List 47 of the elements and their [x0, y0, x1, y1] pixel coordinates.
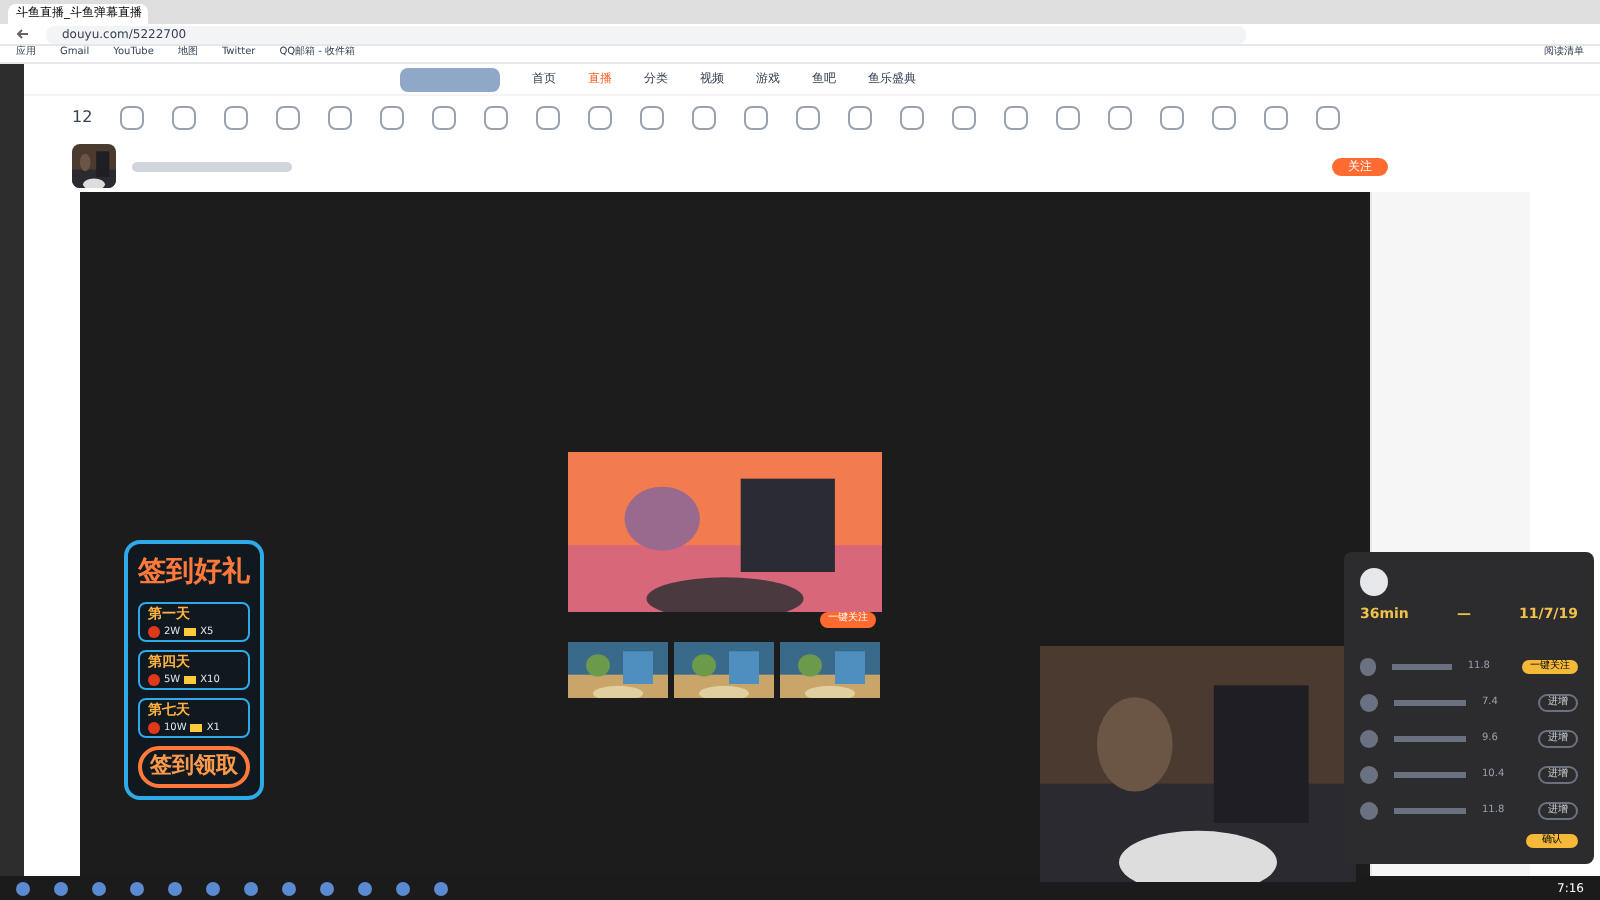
app-icon[interactable]: [244, 881, 258, 895]
avatar: [1360, 568, 1388, 596]
app-icon[interactable]: [282, 881, 296, 895]
app-icon[interactable]: [16, 881, 30, 895]
category-icon[interactable]: [1316, 106, 1341, 130]
category-icon[interactable]: [588, 106, 613, 130]
sign-in-title: 签到好礼: [138, 554, 250, 592]
category-icon[interactable]: [952, 106, 977, 130]
category-count: 12: [72, 106, 93, 130]
back-icon[interactable]: [16, 28, 30, 40]
category-icon[interactable]: [120, 106, 145, 130]
app-icon[interactable]: [396, 881, 410, 895]
sign-in-button[interactable]: 签到领取: [138, 746, 250, 787]
category-icon[interactable]: [276, 106, 301, 130]
category-icon[interactable]: [432, 106, 457, 130]
app-icon[interactable]: [358, 881, 372, 895]
coin-icon: [148, 722, 160, 735]
coin-icon: [148, 674, 160, 687]
category-icon[interactable]: [640, 106, 665, 130]
app-icon[interactable]: [168, 881, 182, 895]
category-icon[interactable]: [328, 106, 353, 130]
category-icon[interactable]: [848, 106, 873, 130]
category-icon[interactable]: [1160, 106, 1185, 130]
category-icon[interactable]: [380, 106, 405, 130]
category-icon[interactable]: [1004, 106, 1029, 130]
app-icon[interactable]: [206, 881, 220, 895]
category-icon[interactable]: [796, 106, 821, 130]
category-icon[interactable]: [1264, 106, 1289, 130]
category-icon[interactable]: [484, 106, 509, 130]
app-icon[interactable]: [54, 881, 68, 895]
app-icon[interactable]: [130, 881, 144, 895]
category-icon[interactable]: [1108, 106, 1133, 130]
category-icon[interactable]: [224, 106, 249, 130]
category-icon[interactable]: [1056, 106, 1081, 130]
gift-icon: [184, 628, 197, 637]
coin-icon: [148, 626, 160, 639]
app-icon[interactable]: [320, 881, 334, 895]
category-icon[interactable]: [172, 106, 197, 130]
app-icon[interactable]: [434, 881, 448, 895]
category-icon[interactable]: [744, 106, 769, 130]
category-icon[interactable]: [536, 106, 561, 130]
category-icon[interactable]: [1212, 106, 1237, 130]
gift-icon: [190, 724, 203, 733]
app-icon[interactable]: [92, 881, 106, 895]
gift-icon: [184, 676, 197, 685]
category-icon[interactable]: [900, 106, 925, 130]
category-icon[interactable]: [692, 106, 717, 130]
